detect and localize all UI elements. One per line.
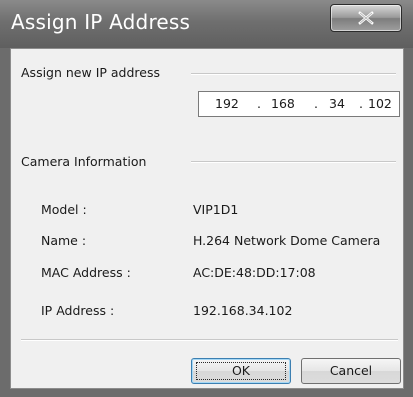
assign-section-divider xyxy=(191,73,396,75)
mac-address-label: MAC Address : xyxy=(41,265,131,280)
ip-octet-2[interactable]: 168 xyxy=(271,96,295,111)
close-icon xyxy=(358,11,374,25)
model-value: VIP1D1 xyxy=(193,202,239,217)
cancel-button-label: Cancel xyxy=(329,363,373,378)
dialog-window: Assign IP Address Assign new IP address … xyxy=(0,0,413,397)
ip-separator-1: . xyxy=(257,96,261,111)
camera-info-section-divider xyxy=(191,161,396,163)
focus-rectangle xyxy=(196,362,286,380)
cancel-button[interactable]: Cancel xyxy=(301,358,401,384)
ip-address-input[interactable]: 192 . 168 . 34 . 102 xyxy=(198,91,400,117)
ip-address-label: IP Address : xyxy=(41,303,115,318)
ok-button[interactable]: OK xyxy=(191,358,291,384)
assign-section-label: Assign new IP address xyxy=(21,65,160,80)
ip-separator-2: . xyxy=(314,96,318,111)
title-bar[interactable]: Assign IP Address xyxy=(0,0,413,48)
mac-address-value: AC:DE:48:DD:17:08 xyxy=(193,265,316,280)
ip-octet-4[interactable]: 102 xyxy=(368,96,392,111)
ip-octet-1[interactable]: 192 xyxy=(215,96,239,111)
ip-separator-3: . xyxy=(359,96,363,111)
name-value: H.264 Network Dome Camera xyxy=(193,233,381,248)
name-label: Name : xyxy=(41,233,87,248)
close-button[interactable] xyxy=(330,4,402,32)
dialog-body: Assign new IP address 192 . 168 . 34 . 1… xyxy=(10,48,404,389)
ip-address-value: 192.168.34.102 xyxy=(193,303,293,318)
model-label: Model : xyxy=(41,202,87,217)
camera-info-section-label: Camera Information xyxy=(21,154,147,169)
window-title: Assign IP Address xyxy=(11,10,191,34)
footer-divider xyxy=(21,339,398,341)
ip-octet-3[interactable]: 34 xyxy=(329,96,345,111)
